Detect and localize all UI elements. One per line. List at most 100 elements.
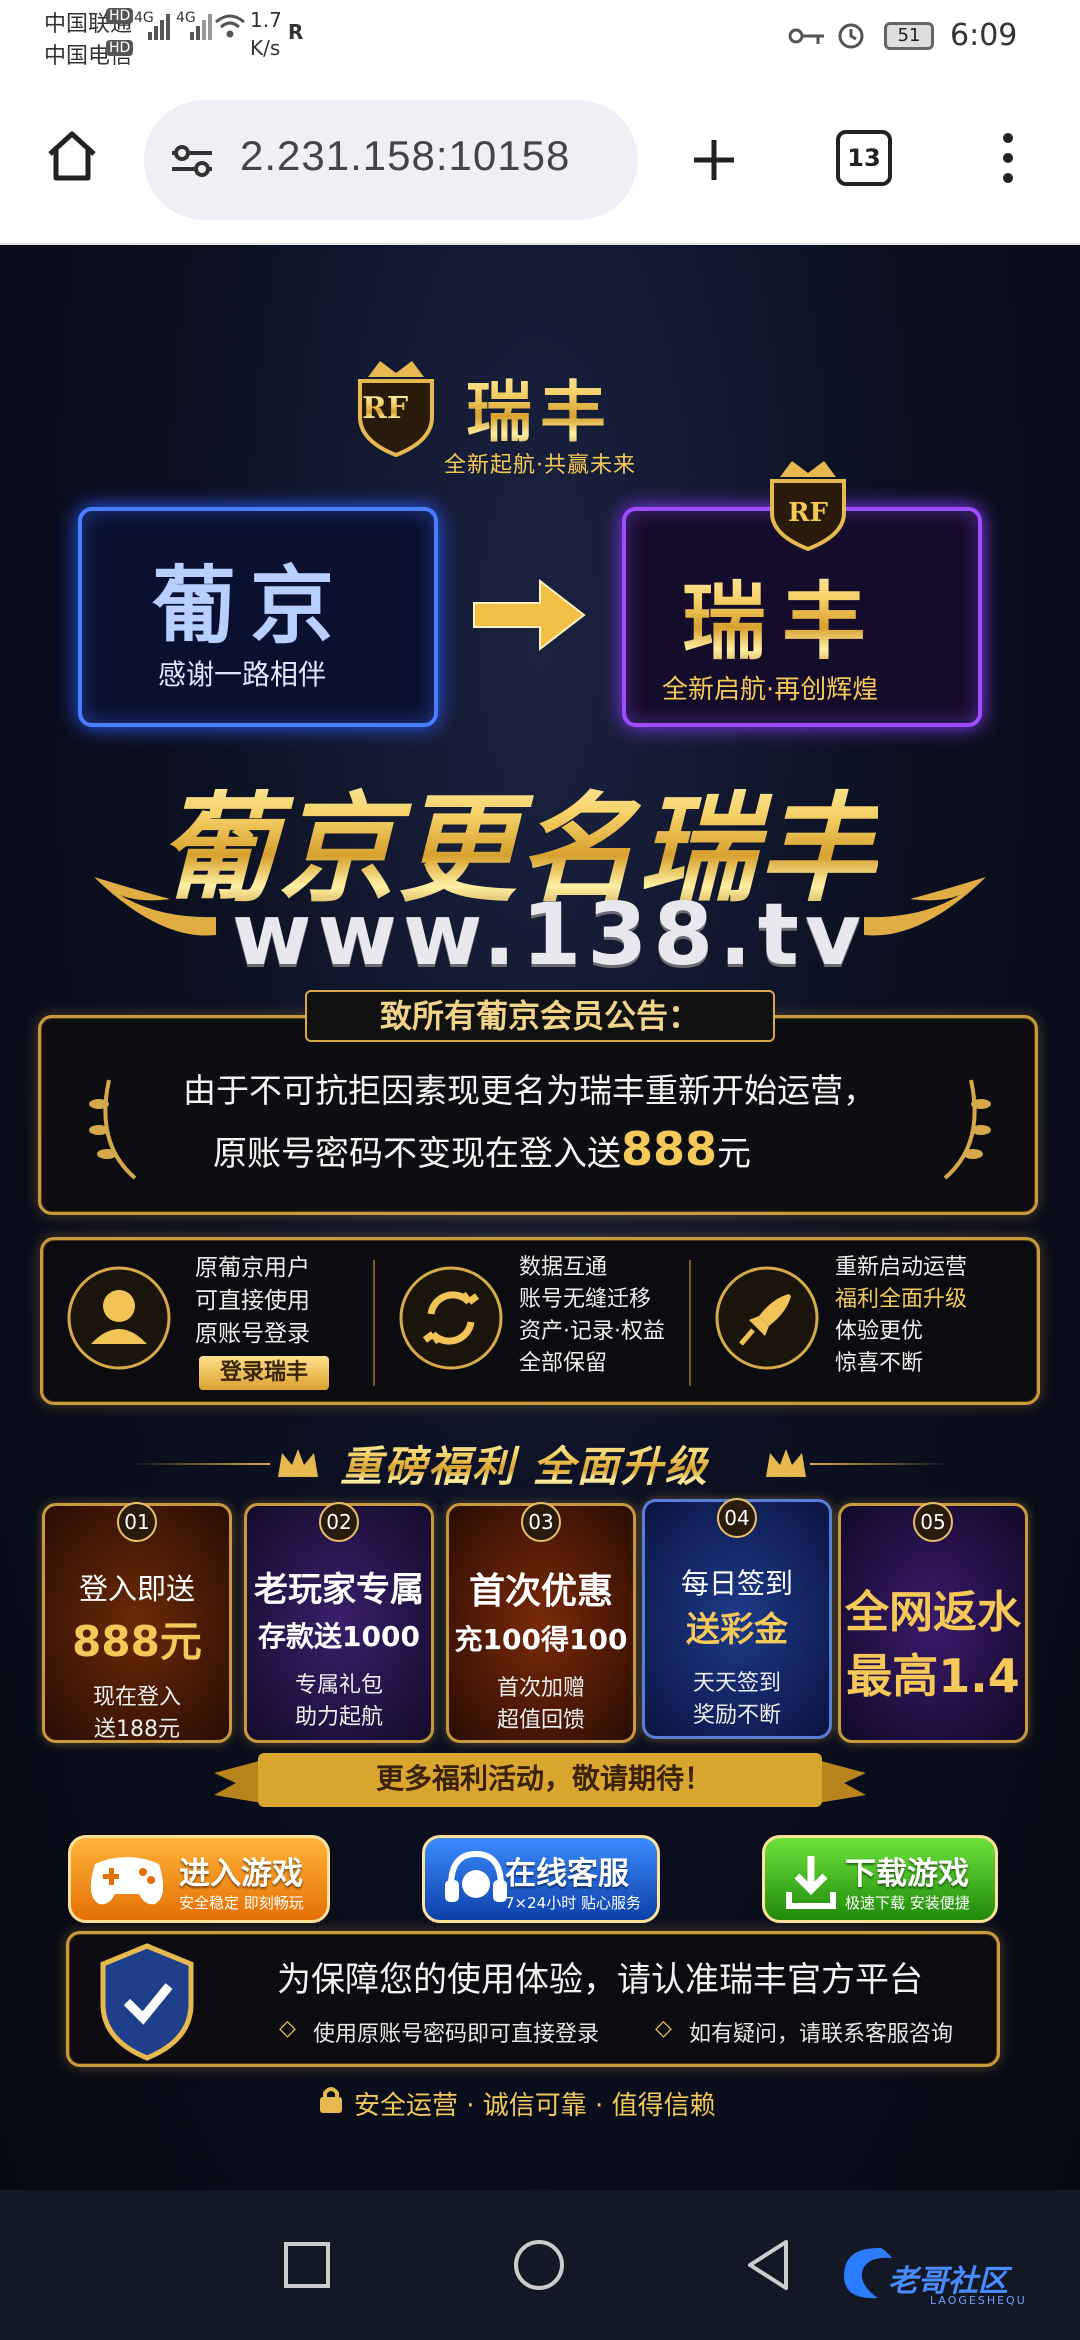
feature-3-line: 体验更优 bbox=[835, 1319, 924, 1344]
card-number: 04 bbox=[717, 1498, 757, 1538]
crest-text: RF bbox=[788, 498, 829, 528]
feature-1-line: 原葡京用户 bbox=[195, 1255, 310, 1281]
notice-amount: 888 bbox=[621, 1122, 718, 1176]
security-point-2: 如有疑问，请联系客服咨询 bbox=[689, 2022, 954, 2047]
feature-1-line: 可直接使用 bbox=[195, 1288, 310, 1314]
card-title: 登入即送 bbox=[78, 1572, 195, 1606]
rocket-icon bbox=[715, 1266, 819, 1370]
card-detail: 奖励不断 bbox=[692, 1703, 781, 1728]
card-detail: 首次加赠 bbox=[496, 1676, 585, 1701]
card-number: 01 bbox=[117, 1502, 157, 1542]
card-detail: 专属礼包 bbox=[294, 1673, 383, 1698]
feature-2-line: 全部保留 bbox=[519, 1351, 608, 1376]
more-vertical-icon[interactable] bbox=[996, 130, 1020, 186]
site-settings-icon[interactable] bbox=[170, 144, 214, 178]
notice-line-1: 由于不可抗拒因素现更名为瑞丰重新开始运营， bbox=[183, 1071, 876, 1110]
benefit-card-2[interactable]: 02 老玩家专属 存款送1000 专属礼包 助力起航 bbox=[244, 1502, 434, 1743]
lock-icon bbox=[320, 2087, 342, 2113]
headset-icon bbox=[445, 1850, 507, 1902]
card-number: 05 bbox=[913, 1502, 953, 1542]
card-title: 老玩家专属 bbox=[254, 1570, 424, 1610]
card-detail: 超值回馈 bbox=[496, 1708, 585, 1733]
notice-line-2-text: 原账号密码不变现在登入送 bbox=[213, 1134, 621, 1174]
old-brand-box: 葡京 感谢一路相伴 bbox=[78, 507, 438, 727]
promo-page: RF 瑞丰 全新起航·共赢未来 葡京 感谢一路相伴 瑞丰 全新启航·再创辉煌 R… bbox=[0, 245, 1080, 2190]
laurel-right-icon bbox=[943, 1079, 991, 1180]
brand-name: 瑞丰 bbox=[466, 359, 614, 455]
feature-3-text: 重新启动运营 福利全面升级 体验更优 惊喜不断 bbox=[835, 1252, 967, 1380]
card-title: 全网返水 bbox=[845, 1587, 1021, 1638]
screen: 中国联通 HD 中国电信 HD 4G 4G 1.7 K/s R 51 6:09 … bbox=[0, 0, 1080, 2340]
gamepad-icon bbox=[90, 1857, 164, 1905]
old-brand-name: 葡京 bbox=[152, 557, 349, 655]
address-bar[interactable]: 2.231.158:10158 bbox=[144, 100, 638, 220]
hd-badge-1: HD bbox=[106, 8, 134, 24]
notice-line-2: 原账号密码不变现在登入送888元 bbox=[213, 1122, 751, 1176]
android-nav-bar: 老哥社区 LAOGESHEQU bbox=[0, 2190, 1080, 2340]
signal-icon-2 bbox=[190, 14, 212, 40]
features-panel: 原葡京用户 可直接使用 原账号登录 登录瑞丰 数据互通 账号无缝迁移 资产·记录… bbox=[40, 1237, 1040, 1405]
check-icon: ◇ bbox=[655, 2016, 672, 2041]
footer-text: 安全运营 · 诚信可靠 · 值得信赖 bbox=[354, 2091, 716, 2121]
card-highlight: 充100得100 bbox=[454, 1623, 628, 1656]
card-detail: 助力起航 bbox=[294, 1705, 383, 1730]
net-speed-unit: K/s bbox=[250, 36, 281, 60]
notice-title-plate: 致所有葡京会员公告： bbox=[305, 990, 775, 1042]
battery-icon: 51 bbox=[884, 22, 934, 50]
rf-crest-small-icon: RF bbox=[770, 461, 846, 551]
arrow-right-icon bbox=[473, 578, 586, 652]
feature-3-line: 重新启动运营 bbox=[835, 1255, 968, 1280]
new-brand-name: 瑞丰 bbox=[682, 555, 882, 676]
notice-box: 致所有葡京会员公告： 由于不可抗拒因素现更名为瑞丰重新开始运营， 原账号密码不变… bbox=[38, 990, 1038, 1215]
card-detail: 天天签到 bbox=[692, 1671, 781, 1696]
notice-title: 致所有葡京会员公告： bbox=[379, 997, 700, 1035]
sync-icon bbox=[399, 1266, 503, 1370]
feature-3-line: 惊喜不断 bbox=[835, 1351, 924, 1376]
tabs-icon[interactable]: 13 bbox=[836, 130, 892, 186]
back-icon[interactable] bbox=[744, 2238, 794, 2292]
signal-icon bbox=[148, 14, 170, 40]
security-point-1: 使用原账号密码即可直接登录 bbox=[313, 2022, 600, 2047]
card-highlight: 888元 bbox=[72, 1617, 202, 1666]
download-game-sub: 极速下载 安装便捷 bbox=[845, 1894, 970, 1912]
feature-2-line: 账号无缝迁移 bbox=[519, 1287, 652, 1312]
feature-3-line-highlight: 福利全面升级 bbox=[835, 1287, 968, 1312]
enter-game-button[interactable]: 进入游戏 安全稳定 即刻畅玩 bbox=[68, 1835, 330, 1923]
benefit-card-1[interactable]: 01 登入即送 888元 现在登入 送188元 bbox=[42, 1502, 232, 1743]
status-bar: 中国联通 HD 中国电信 HD 4G 4G 1.7 K/s R 51 6:09 bbox=[0, 0, 1080, 80]
customer-service-sub: 7×24小时 贴心服务 bbox=[505, 1894, 641, 1912]
enter-game-label: 进入游戏 bbox=[179, 1856, 303, 1892]
brand-slogan: 全新起航·共赢未来 bbox=[444, 453, 636, 478]
customer-service-button[interactable]: 在线客服 7×24小时 贴心服务 bbox=[422, 1835, 660, 1923]
benefit-card-5[interactable]: 05 全网返水 最高1.4 bbox=[838, 1502, 1028, 1743]
home-nav-icon[interactable] bbox=[512, 2238, 566, 2292]
home-icon[interactable] bbox=[44, 128, 100, 184]
benefit-card-4[interactable]: 04 每日签到 送彩金 天天签到 奖励不断 bbox=[642, 1498, 832, 1739]
key-icon bbox=[788, 28, 824, 44]
domain-text[interactable]: www.138.tv bbox=[232, 885, 867, 985]
more-banner-text: 更多福利活动，敬请期待！ bbox=[376, 1762, 713, 1795]
brand-logo-text: RF bbox=[362, 391, 409, 426]
watermark-sub: LAOGESHEQU bbox=[930, 2294, 1027, 2307]
net-speed-value: 1.7 bbox=[250, 8, 282, 32]
user-icon bbox=[67, 1266, 171, 1370]
notice-unit: 元 bbox=[717, 1134, 752, 1174]
feature-2-line: 资产·记录·权益 bbox=[519, 1319, 665, 1344]
plus-icon[interactable] bbox=[690, 136, 738, 184]
new-brand-sub: 全新启航·再创辉煌 bbox=[662, 675, 879, 705]
card-highlight: 最高1.4 bbox=[846, 1649, 1020, 1703]
feature-1-line: 原账号登录 bbox=[195, 1321, 310, 1347]
login-button[interactable]: 登录瑞丰 bbox=[199, 1356, 329, 1390]
download-game-label: 下载游戏 bbox=[845, 1856, 969, 1892]
wing-right-icon bbox=[864, 877, 986, 936]
customer-service-label: 在线客服 bbox=[505, 1856, 629, 1892]
download-icon bbox=[786, 1856, 836, 1909]
benefit-card-3[interactable]: 03 首次优惠 充100得100 首次加赠 超值回馈 bbox=[446, 1502, 636, 1743]
feature-2-text: 数据互通 账号无缝迁移 资产·记录·权益 全部保留 bbox=[519, 1252, 665, 1380]
recents-icon[interactable] bbox=[282, 2240, 332, 2290]
url-text: 2.231.158:10158 bbox=[240, 132, 571, 179]
crown-left-icon bbox=[278, 1449, 318, 1477]
card-detail: 现在登入 bbox=[92, 1685, 181, 1710]
laurel-left-icon bbox=[89, 1079, 137, 1180]
download-game-button[interactable]: 下载游戏 极速下载 安装便捷 bbox=[762, 1835, 998, 1923]
